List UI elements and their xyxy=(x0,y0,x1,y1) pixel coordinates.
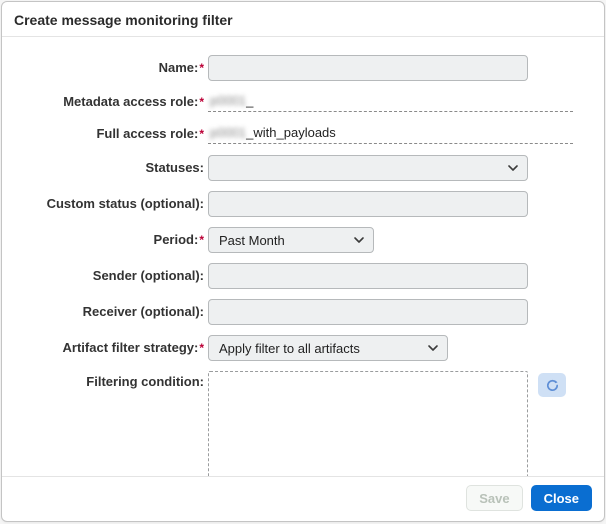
statuses-select[interactable] xyxy=(208,155,528,181)
label-sender: Sender (optional): xyxy=(16,265,208,287)
reload-button[interactable] xyxy=(538,373,566,397)
modal-header: Create message monitoring filter xyxy=(2,2,604,37)
metadata-role-input[interactable]: p0001_ xyxy=(208,92,573,112)
modal-title: Create message monitoring filter xyxy=(14,12,592,28)
label-receiver: Receiver (optional): xyxy=(16,301,208,323)
artifact-strategy-value: Apply filter to all artifacts xyxy=(219,341,360,356)
chevron-down-icon xyxy=(353,234,365,246)
modal-body: Name:* Metadata access role:* p0001_ Ful… xyxy=(2,37,604,476)
name-input[interactable] xyxy=(208,55,528,81)
label-period: Period:* xyxy=(16,229,208,251)
full-role-input[interactable]: p0001_with_payloads xyxy=(208,124,573,144)
save-button[interactable]: Save xyxy=(466,485,522,511)
create-filter-modal: Create message monitoring filter Name:* … xyxy=(1,1,605,522)
label-custom-status: Custom status (optional): xyxy=(16,193,208,215)
label-filtering-condition: Filtering condition: xyxy=(16,371,208,393)
sender-input[interactable] xyxy=(208,263,528,289)
period-select[interactable]: Past Month xyxy=(208,227,374,253)
modal-footer: Save Close xyxy=(2,476,604,521)
close-button[interactable]: Close xyxy=(531,485,592,511)
refresh-icon xyxy=(545,378,560,393)
label-metadata-role: Metadata access role:* xyxy=(16,91,208,113)
artifact-strategy-select[interactable]: Apply filter to all artifacts xyxy=(208,335,448,361)
custom-status-input[interactable] xyxy=(208,191,528,217)
period-value: Past Month xyxy=(219,233,285,248)
chevron-down-icon xyxy=(507,162,519,174)
chevron-down-icon xyxy=(427,342,439,354)
receiver-input[interactable] xyxy=(208,299,528,325)
label-artifact-strategy: Artifact filter strategy:* xyxy=(16,337,208,359)
label-statuses: Statuses: xyxy=(16,157,208,179)
label-name: Name:* xyxy=(16,57,208,79)
filtering-condition-input[interactable] xyxy=(208,371,528,476)
label-full-role: Full access role:* xyxy=(16,123,208,145)
